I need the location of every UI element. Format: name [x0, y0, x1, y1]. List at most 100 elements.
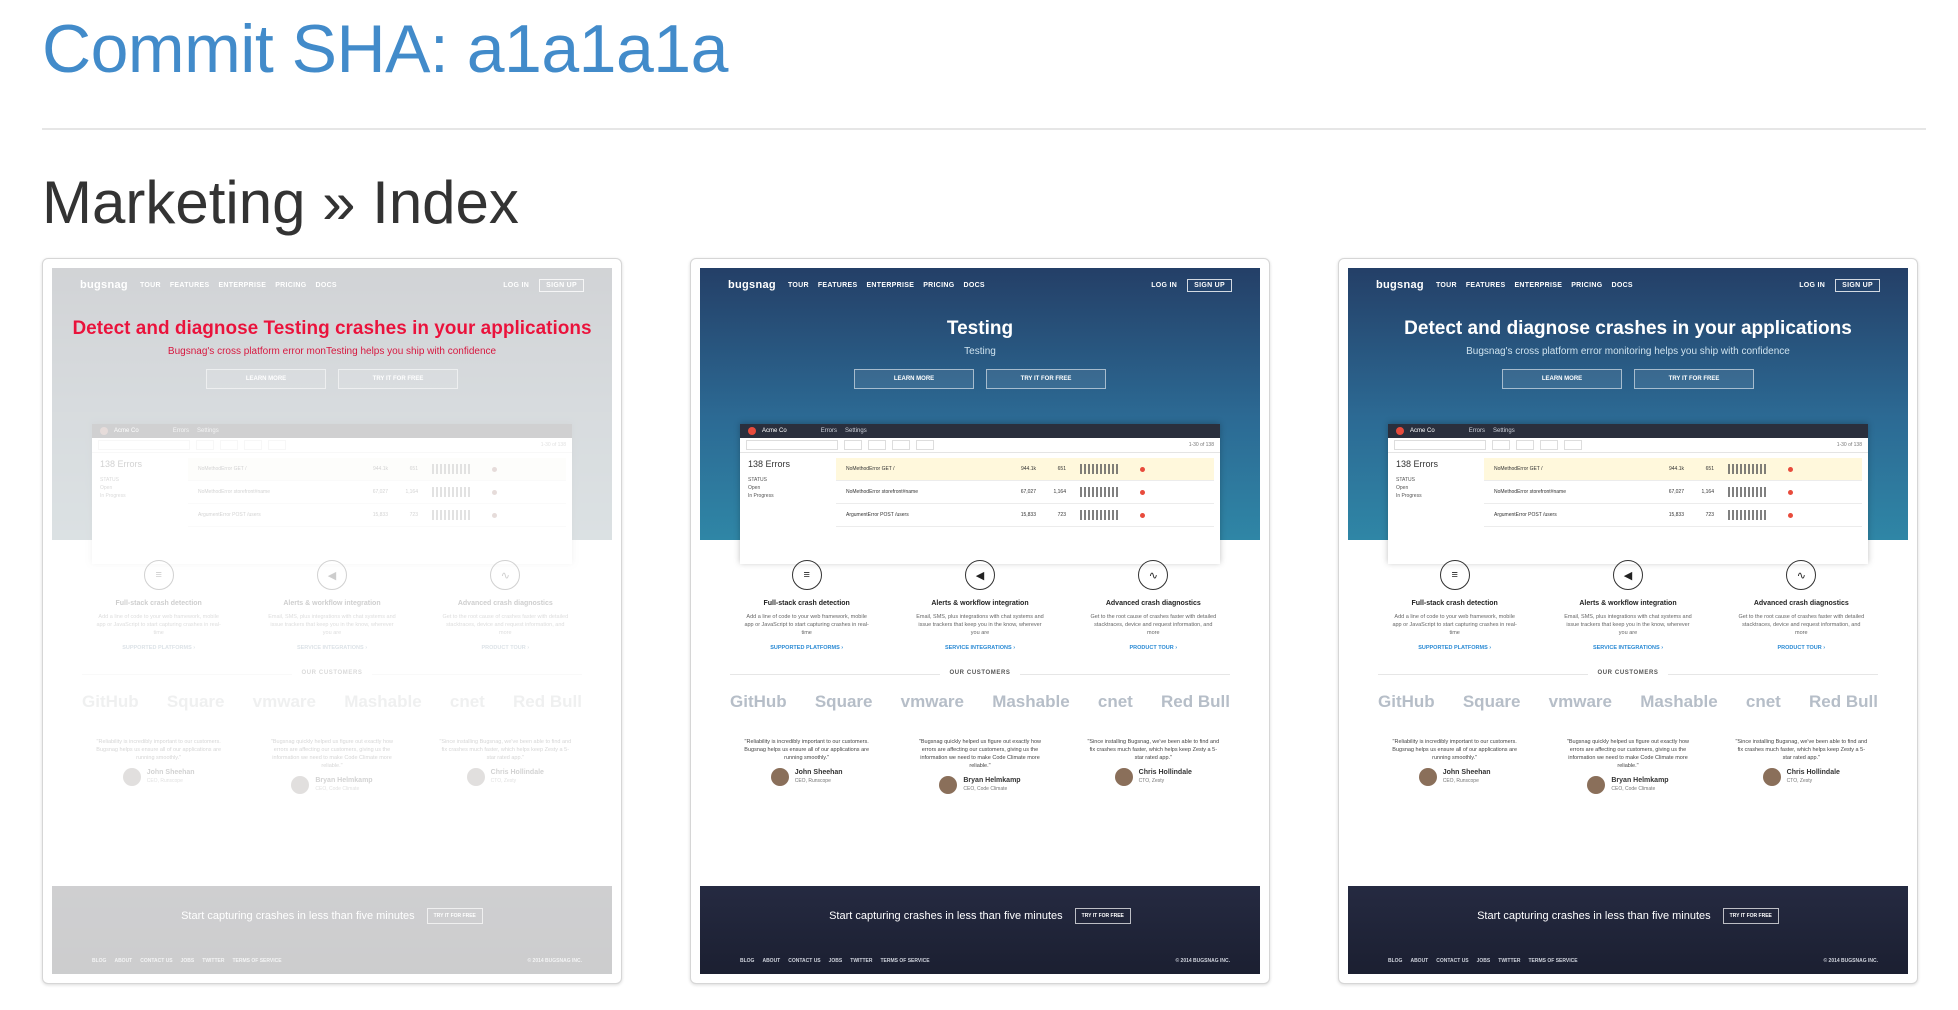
error-name: ArgumentError POST /users [846, 512, 909, 518]
error-count: 138 Errors [748, 459, 791, 469]
footer-link: TWITTER [1498, 958, 1521, 964]
signup-button: SIGN UP [539, 278, 584, 292]
megaphone-icon: ◀ [964, 560, 995, 590]
sparkline [1080, 510, 1118, 520]
error-row: NoMethodError storefront#name 67,027 1,1… [1484, 481, 1862, 504]
feature-title: Alerts & workflow integration [1579, 600, 1677, 607]
pagination: 1-30 of 138 [1188, 442, 1214, 448]
footer-link: TERMS OF SERVICE [1528, 958, 1578, 964]
nav-links: TOUR FEATURES ENTERPRISE PRICING DOCS [1436, 282, 1642, 289]
error-name: NoMethodError GET / [1494, 466, 1543, 472]
hero-title: Detect and diagnose crashes in your appl… [1404, 318, 1852, 339]
company-name: Acme Co [1410, 428, 1435, 434]
quote-text: "Bugsnag quickly helped us figure out ex… [918, 739, 1042, 769]
hero-title: Testing [946, 318, 1014, 339]
tab-errors: Errors [1468, 428, 1486, 434]
pagination: 1-30 of 138 [1836, 442, 1862, 448]
users: 723 [1057, 512, 1066, 518]
occurrences: 944.1k [372, 466, 388, 472]
error-name: NoMethodError storefront#name [198, 489, 270, 495]
users: 1,164 [405, 489, 418, 495]
testimonial: "Reliability is incredibly important to … [92, 738, 226, 794]
login-link: LOG IN [1151, 281, 1178, 289]
quote-text: "Bugsnag quickly helped us figure out ex… [270, 739, 394, 769]
nav-link: PRICING [275, 281, 307, 289]
error-row: ArgumentError POST /users 15,833 723 [188, 504, 566, 527]
footer-link: ABOUT [1410, 958, 1429, 964]
users: 651 [1057, 466, 1066, 472]
sparkline [1728, 510, 1766, 520]
screenshot-thumbnail-test[interactable]: bugsnag TOUR FEATURES ENTERPRISE PRICING DOC… [690, 258, 1270, 984]
sidebar-item: In Progress [748, 493, 774, 499]
nav-link: FEATURES [169, 281, 210, 289]
company-icon [1396, 427, 1404, 435]
feature-link: SUPPORTED PLATFORMS › [122, 645, 196, 651]
avatar [1762, 768, 1781, 786]
tab-errors: Errors [820, 428, 838, 434]
quote-text: "Reliability is incredibly important to … [744, 739, 870, 761]
screenshot-thumbnail-base[interactable]: bugsnag TOUR FEATURES ENTERPRISE PRICING DOC… [1338, 258, 1918, 984]
site-nav: bugsnag TOUR FEATURES ENTERPRISE PRICING DOC… [1376, 276, 1880, 294]
nav-link: ENTERPRISE [866, 281, 915, 289]
copyright: © 2014 BUGSNAG INC. [527, 958, 582, 964]
users: 723 [1705, 512, 1714, 518]
cta-button: TRY IT FOR FREE [426, 908, 483, 924]
nav-link: ENTERPRISE [218, 281, 267, 289]
person-name: Bryan Helmkamp [963, 777, 1021, 784]
quote-text: "Bugsnag quickly helped us figure out ex… [1566, 739, 1690, 769]
copyright: © 2014 BUGSNAG INC. [1175, 958, 1230, 964]
trend-icon: ∿ [1138, 560, 1169, 590]
error-row: NoMethodError GET / 944.1k 651 [836, 458, 1214, 481]
customer-logo: GitHub [730, 692, 787, 711]
site-footer: Start capturing crashes in less than fiv… [1348, 886, 1908, 974]
customer-logo: GitHub [1378, 692, 1435, 711]
customer-logo: vmware [1548, 692, 1612, 711]
customer-logo: Mashable [992, 692, 1070, 711]
tab-settings: Settings [197, 428, 219, 434]
person-role: CTO, Zesty [490, 778, 517, 784]
occurrences: 944.1k [1668, 466, 1684, 472]
occurrences: 15,833 [1020, 512, 1036, 518]
error-row: NoMethodError storefront#name 67,027 1,1… [188, 481, 566, 504]
customer-logo: vmware [900, 692, 964, 711]
quote-text: "Since installing Bugsnag, we've been ab… [1087, 739, 1220, 761]
screenshot-thumbnail-diff[interactable]: bugsnag TOUR FEATURES ENTERPRISE PRICING DOC… [42, 258, 622, 984]
feature-link: SUPPORTED PLATFORMS › [1418, 645, 1492, 651]
footer-link: CONTACT US [140, 958, 173, 964]
customer-logo: vmware [252, 692, 316, 711]
screenshot: bugsnag TOUR FEATURES ENTERPRISE PRICING DOC… [52, 268, 612, 974]
signup-button: SIGN UP [1187, 278, 1232, 292]
sparkline [432, 464, 470, 474]
severity-dot [1140, 466, 1145, 472]
screenshot: bugsnag TOUR FEATURES ENTERPRISE PRICING DOC… [700, 268, 1260, 974]
error-name: ArgumentError POST /users [1494, 512, 1557, 518]
severity-dot [1140, 489, 1145, 495]
company-icon [748, 427, 756, 435]
feature-title: Alerts & workflow integration [931, 600, 1029, 607]
features: ≡ Full-stack crash detection Add a line … [52, 540, 612, 660]
customer-logo: Mashable [1640, 692, 1718, 711]
users: 651 [409, 466, 418, 472]
customer-logos: GitHub Square vmware Mashable cnet Red B… [82, 692, 582, 712]
customers-label: OUR CUSTOMERS [82, 670, 582, 676]
customers-label: OUR CUSTOMERS [1378, 670, 1878, 676]
sidebar-item: STATUS [100, 477, 119, 483]
check-icon [844, 440, 862, 450]
testimonial: "Since installing Bugsnag, we've been ab… [438, 738, 572, 794]
bugsnag-logo: bugsnag [728, 279, 776, 291]
person-name: John Sheehan [146, 769, 195, 776]
testimonial: "Bugsnag quickly helped us figure out ex… [1561, 738, 1695, 794]
trend-icon: ∿ [1786, 560, 1817, 590]
tab-errors: Errors [172, 428, 190, 434]
hero-subtitle: Bugsnag's cross platform error monitorin… [1466, 346, 1790, 357]
feature-title: Alerts & workflow integration [283, 600, 381, 607]
person-role: CEO, Runscope [1442, 778, 1479, 784]
sparkline [1080, 464, 1118, 474]
feature-card: ∿ Advanced crash diagnostics Get to the … [1088, 540, 1218, 660]
sidebar-item: STATUS [748, 477, 767, 483]
company-name: Acme Co [762, 428, 787, 434]
person-role: CTO, Zesty [1138, 778, 1165, 784]
nav-link: TOUR [1435, 281, 1457, 289]
cta-button: TRY IT FOR FREE [1074, 908, 1131, 924]
occurrences: 67,027 [1668, 489, 1684, 495]
